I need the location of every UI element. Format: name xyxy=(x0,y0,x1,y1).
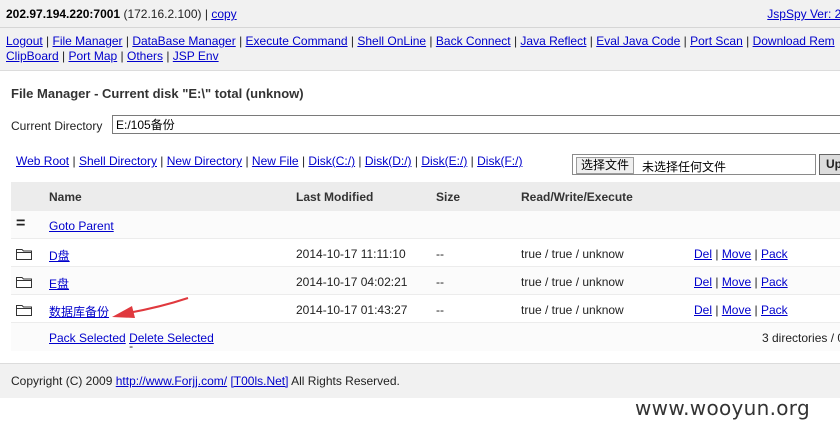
table-row: 数据库备份 2014-10-17 01:43:27 -- true / true… xyxy=(11,294,840,323)
menu-port-map[interactable]: Port Map xyxy=(69,49,118,63)
last-modified: 2014-10-17 04:02:21 xyxy=(296,275,408,289)
folder-icon xyxy=(16,275,32,288)
pack-link[interactable]: Pack xyxy=(761,303,788,317)
del-link[interactable]: Del xyxy=(694,275,712,289)
bulk-actions: Pack Selected - Delete Selected xyxy=(49,331,214,353)
pack-link[interactable]: Pack xyxy=(761,247,788,261)
column-last-modified: Last Modified xyxy=(296,190,374,204)
no-file-chosen-label: 未选择任何文件 xyxy=(642,160,727,174)
version-link[interactable]: JspSpy Ver: 20 xyxy=(767,7,840,21)
menu-execute-command[interactable]: Execute Command xyxy=(246,34,348,48)
top-bar: 202.97.194.220:7001 (172.16.2.100) | cop… xyxy=(0,0,840,28)
move-link[interactable]: Move xyxy=(722,303,751,317)
file-name-link[interactable]: D盘 xyxy=(49,247,70,264)
copy-link[interactable]: copy xyxy=(211,7,236,21)
permissions: true / true / unknow xyxy=(521,275,624,289)
column-read-write-execute: Read/Write/Execute xyxy=(521,190,633,204)
menu-download-remote[interactable]: Download Rem xyxy=(753,34,835,48)
file-size: -- xyxy=(436,303,444,317)
web-root-link[interactable]: Web Root xyxy=(16,154,69,168)
site-link[interactable]: http://www.Forjj.com/ xyxy=(116,374,227,388)
new-directory-link[interactable]: New Directory xyxy=(167,154,242,168)
copyright: Copyright (C) 2009 http://www.Forjj.com/… xyxy=(11,374,400,388)
menu-clipboard[interactable]: ClipBoard xyxy=(6,49,59,63)
del-link[interactable]: Del xyxy=(694,303,712,317)
menu-row-2: ClipBoard | Port Map | Others | JSP Env xyxy=(6,49,219,63)
server-local-address: (172.16.2.100) xyxy=(123,7,202,21)
server-info: 202.97.194.220:7001 (172.16.2.100) | cop… xyxy=(6,7,237,21)
last-modified: 2014-10-17 11:11:10 xyxy=(296,247,406,261)
parent-icon: = xyxy=(16,215,26,232)
row-actions: Del | Move | Pack xyxy=(694,247,788,261)
main-menu: Logout | File Manager | DataBase Manager… xyxy=(0,28,840,71)
pack-selected-link[interactable]: Pack Selected xyxy=(49,331,126,345)
disk-c-link[interactable]: Disk(C:/) xyxy=(308,154,355,168)
directory-shortcuts: Web Root | Shell Directory | New Directo… xyxy=(16,154,523,168)
file-chooser[interactable]: 选择文件 未选择任何文件 xyxy=(572,154,816,175)
table-row-parent: = Goto Parent xyxy=(11,210,840,239)
last-modified: 2014-10-17 01:43:27 xyxy=(296,303,408,317)
menu-others[interactable]: Others xyxy=(127,49,163,63)
menu-file-manager[interactable]: File Manager xyxy=(53,34,123,48)
menu-shell-online[interactable]: Shell OnLine xyxy=(357,34,426,48)
delete-selected-link[interactable]: Delete Selected xyxy=(129,331,214,345)
upload-button[interactable]: Up xyxy=(819,154,840,175)
permissions: true / true / unknow xyxy=(521,247,624,261)
page-title: File Manager - Current disk "E:\" total … xyxy=(11,86,304,101)
pack-link[interactable]: Pack xyxy=(761,275,788,289)
choose-file-button[interactable]: 选择文件 xyxy=(576,157,635,174)
menu-row-1: Logout | File Manager | DataBase Manager… xyxy=(6,34,835,48)
table-row: D盘 2014-10-17 11:11:10 -- true / true / … xyxy=(11,238,840,267)
row-actions: Del | Move | Pack xyxy=(694,275,788,289)
column-size: Size xyxy=(436,190,461,204)
watermark: www.wooyun.org xyxy=(635,396,810,420)
column-name: Name xyxy=(49,190,82,204)
menu-logout[interactable]: Logout xyxy=(6,34,43,48)
shell-directory-link[interactable]: Shell Directory xyxy=(79,154,157,168)
new-file-link[interactable]: New File xyxy=(252,154,299,168)
folder-icon xyxy=(16,247,32,260)
table-footer-row: Pack Selected - Delete Selected 3 direct… xyxy=(11,322,840,353)
row-actions: Del | Move | Pack xyxy=(694,303,788,317)
folder-icon xyxy=(16,303,32,316)
directory-summary: 3 directories / 0 xyxy=(762,331,840,345)
move-link[interactable]: Move xyxy=(722,247,751,261)
file-name-link[interactable]: E盘 xyxy=(49,275,69,292)
disk-e-link[interactable]: Disk(E:/) xyxy=(421,154,467,168)
move-link[interactable]: Move xyxy=(722,275,751,289)
team-link[interactable]: [T00ls.Net] xyxy=(230,374,288,388)
disk-f-link[interactable]: Disk(F:/) xyxy=(477,154,522,168)
menu-eval-java-code[interactable]: Eval Java Code xyxy=(596,34,680,48)
menu-back-connect[interactable]: Back Connect xyxy=(436,34,511,48)
page-footer: Copyright (C) 2009 http://www.Forjj.com/… xyxy=(0,363,840,398)
table-header: Name Last Modified Size Read/Write/Execu… xyxy=(11,182,840,210)
file-size: -- xyxy=(436,275,444,289)
goto-parent-link[interactable]: Goto Parent xyxy=(49,219,114,233)
menu-jsp-env[interactable]: JSP Env xyxy=(173,49,219,63)
table-row: E盘 2014-10-17 04:02:21 -- true / true / … xyxy=(11,266,840,295)
file-size: -- xyxy=(436,247,444,261)
server-address: 202.97.194.220:7001 xyxy=(6,7,121,21)
menu-java-reflect[interactable]: Java Reflect xyxy=(520,34,586,48)
separator: | xyxy=(204,7,208,21)
current-directory-input[interactable] xyxy=(112,115,840,134)
menu-database-manager[interactable]: DataBase Manager xyxy=(132,34,235,48)
permissions: true / true / unknow xyxy=(521,303,624,317)
menu-port-scan[interactable]: Port Scan xyxy=(690,34,743,48)
del-link[interactable]: Del xyxy=(694,247,712,261)
file-name-link[interactable]: 数据库备份 xyxy=(49,303,109,320)
current-directory-label: Current Directory xyxy=(11,119,103,133)
disk-d-link[interactable]: Disk(D:/) xyxy=(365,154,412,168)
